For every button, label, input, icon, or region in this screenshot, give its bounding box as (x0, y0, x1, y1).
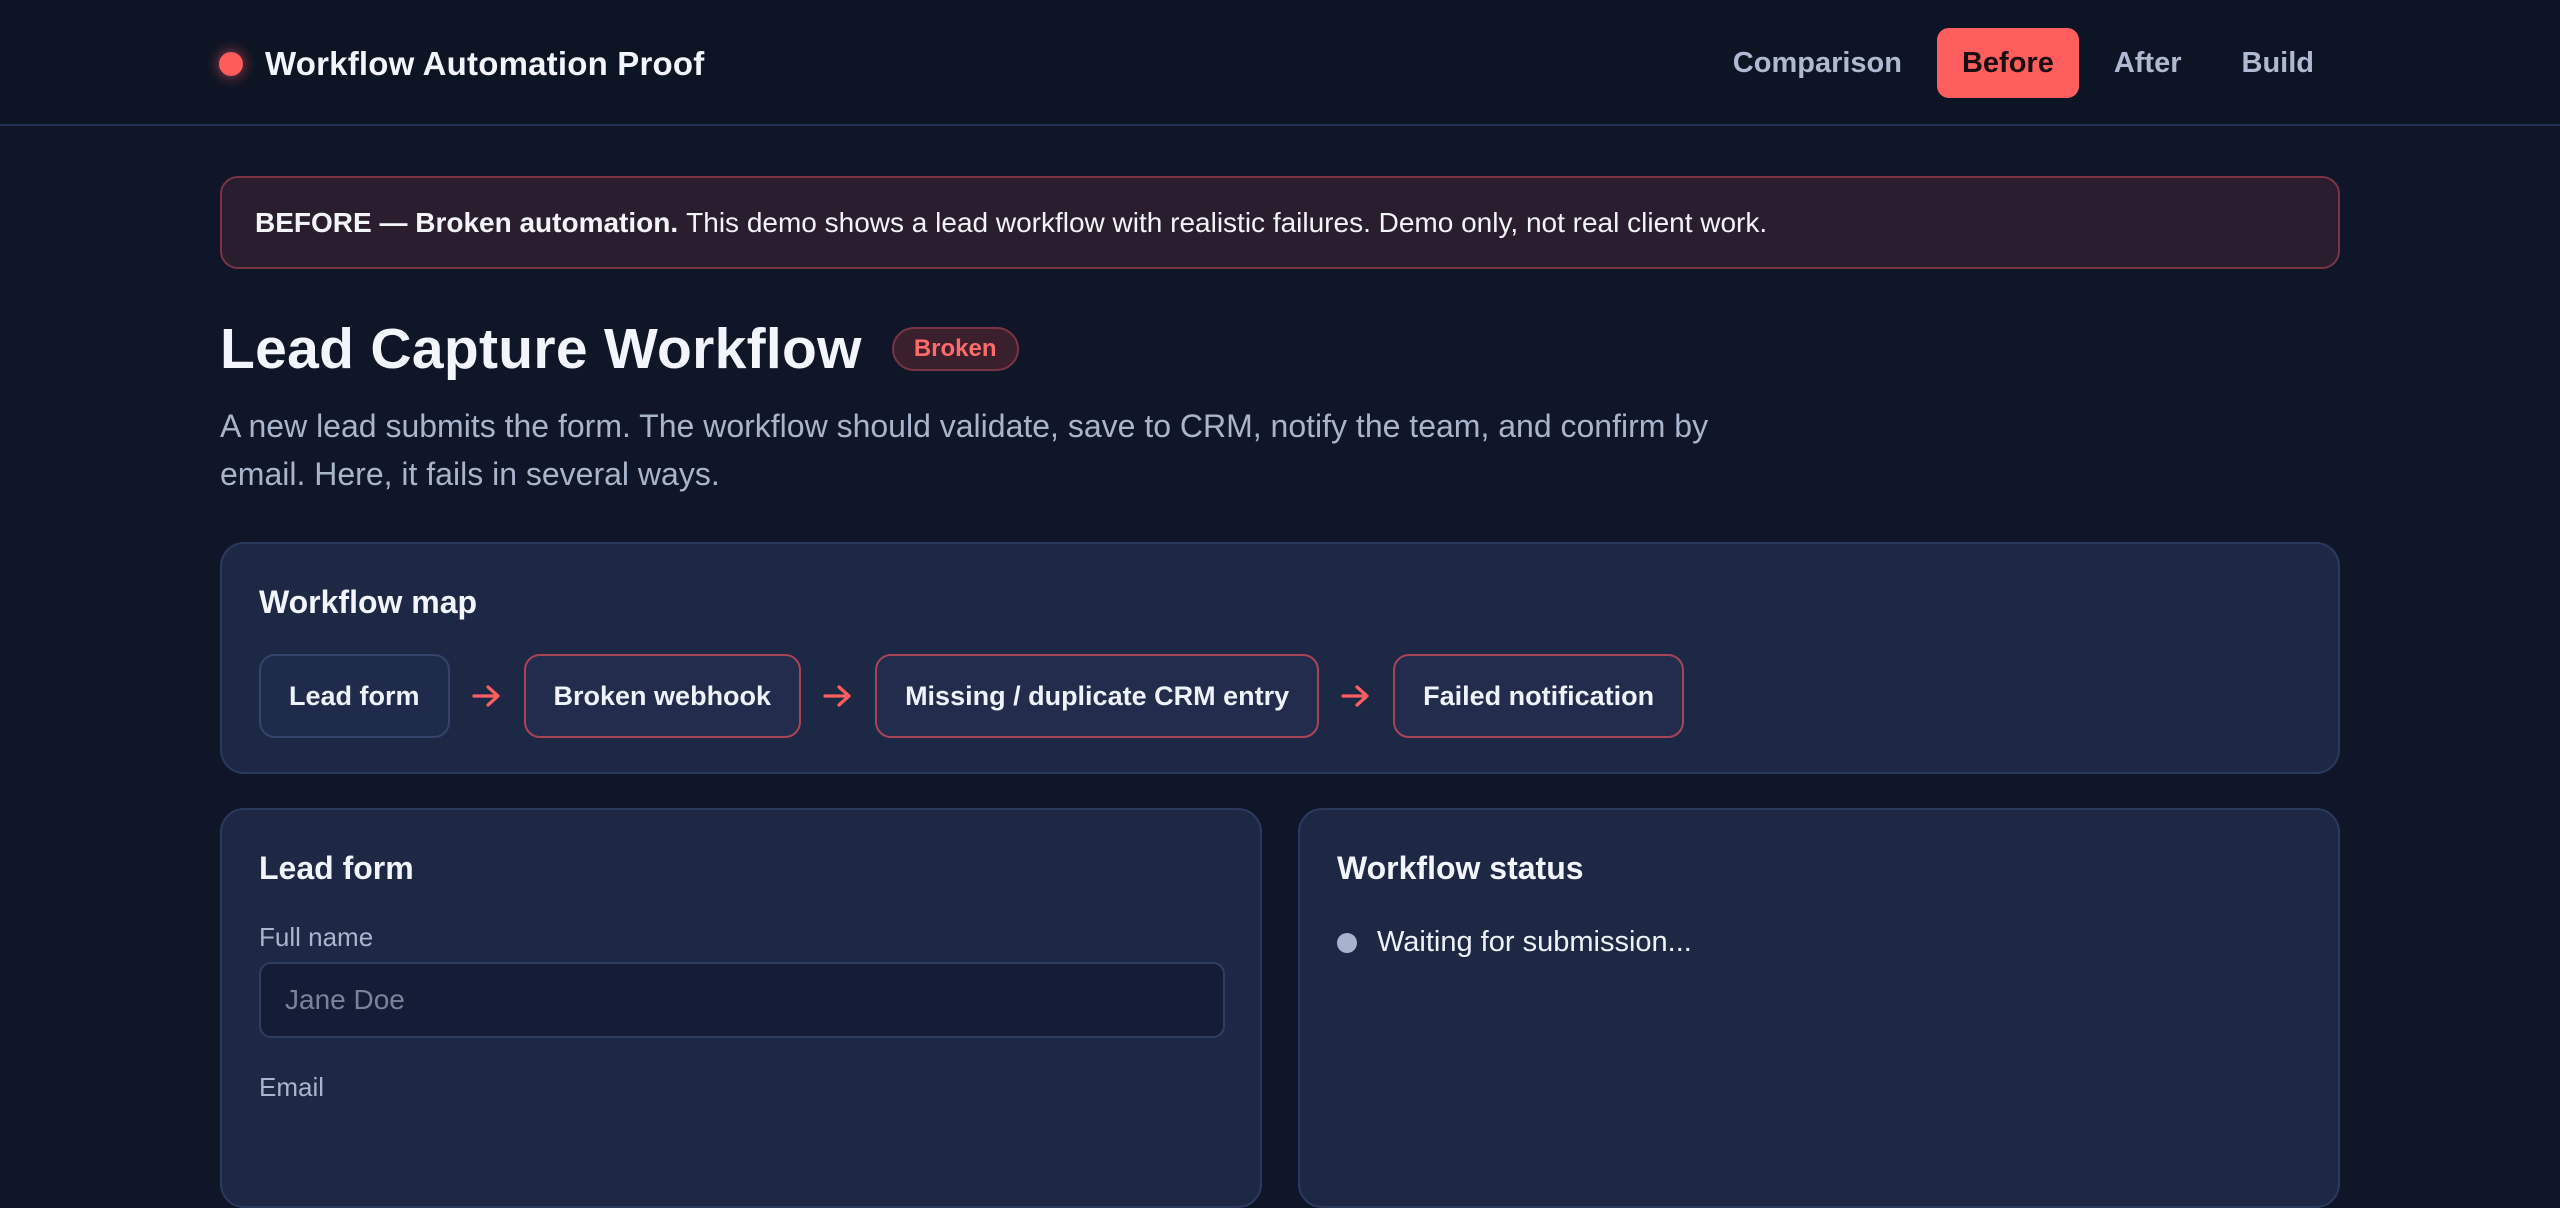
status-message: Waiting for submission... (1377, 926, 1692, 958)
map-node-crm-entry: Missing / duplicate CRM entry (875, 654, 1320, 738)
pending-dot-icon (1337, 932, 1357, 953)
app-title: Workflow Automation Proof (265, 45, 705, 82)
status-badge: Broken (891, 327, 1019, 371)
arrow-right-icon (450, 684, 524, 708)
nav-item-before[interactable]: Before (1936, 28, 2079, 98)
main-content: BEFORE — Broken automation. This demo sh… (220, 176, 2340, 1208)
map-node-lead-form: Lead form (259, 654, 450, 738)
email-label: Email (259, 1072, 325, 1102)
workflow-map-title: Workflow map (259, 584, 478, 620)
banner-text: This demo shows a lead workflow with rea… (686, 206, 1768, 238)
page-description: A new lead submits the form. The workflo… (220, 408, 1709, 492)
map-node-broken-webhook: Broken webhook (523, 654, 802, 738)
status-line: Waiting for submission... (1337, 926, 1692, 959)
heading-row: Lead Capture Workflow Broken (220, 314, 2340, 384)
nav-item-after[interactable]: After (2089, 28, 2207, 98)
arrow-right-icon (801, 684, 875, 708)
status-dot-icon (219, 52, 243, 76)
lead-form-card: Lead form Full name Email (220, 808, 1262, 1208)
banner-strong: BEFORE — Broken automation. (255, 206, 679, 238)
top-bar: Workflow Automation Proof Comparison Bef… (0, 0, 2560, 126)
full-name-label: Full name (259, 922, 374, 952)
main-nav: Comparison Before After Build (1698, 28, 2339, 98)
lead-form-title: Lead form (259, 850, 414, 886)
brand[interactable]: Workflow Automation Proof (219, 44, 704, 84)
workflow-status-title: Workflow status (1337, 850, 1584, 886)
workflow-map-card: Workflow map Lead form Broken webhook Mi… (220, 542, 2340, 774)
page-title: Lead Capture Workflow (220, 317, 862, 381)
map-node-failed-notification: Failed notification (1393, 654, 1685, 738)
before-banner: BEFORE — Broken automation. This demo sh… (220, 176, 2340, 269)
full-name-input[interactable] (259, 962, 1225, 1038)
workflow-status-card: Workflow status Waiting for submission..… (1298, 808, 2340, 1208)
workflow-map-row: Lead form Broken webhook Missing / dupli… (259, 654, 1685, 738)
nav-item-comparison[interactable]: Comparison (1708, 28, 1927, 98)
arrow-right-icon (1319, 684, 1393, 708)
nav-item-build[interactable]: Build (2217, 28, 2340, 98)
